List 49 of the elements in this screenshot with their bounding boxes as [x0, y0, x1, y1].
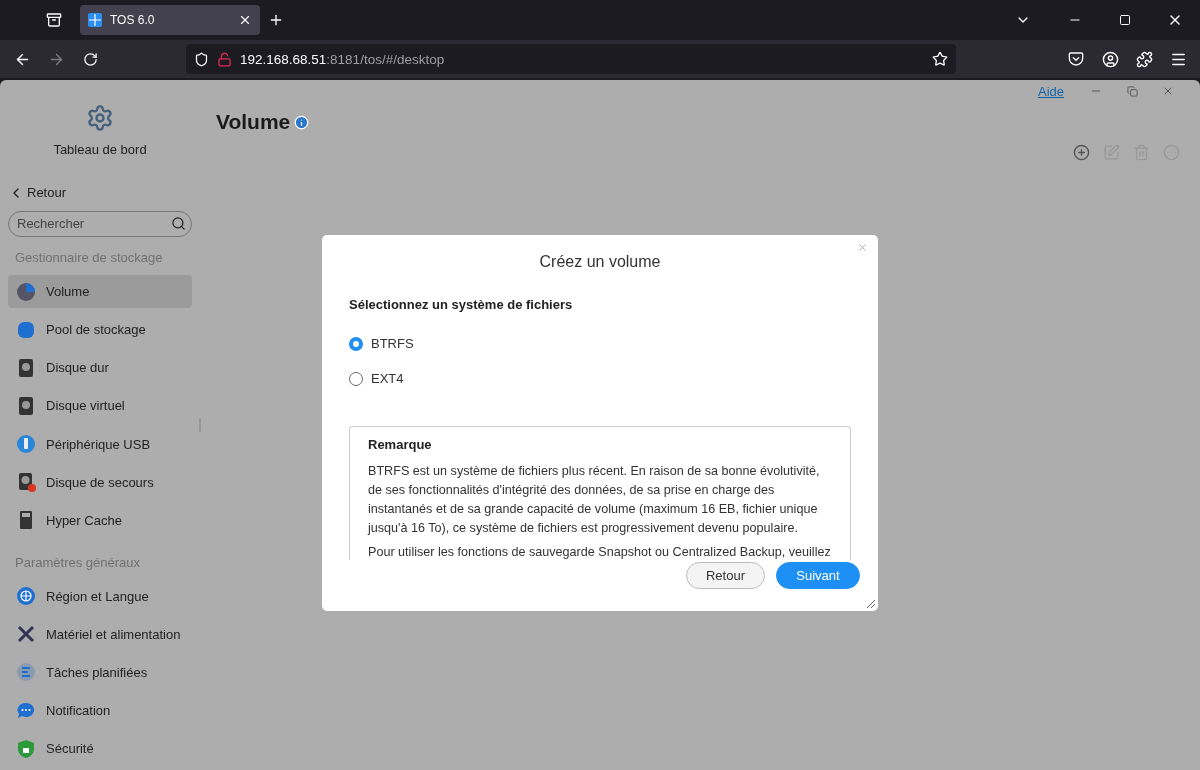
- chat-bubble-icon: [16, 700, 36, 721]
- star-icon[interactable]: [932, 51, 948, 67]
- address-bar[interactable]: 192.168.68.51:8181/tos/#/desktop: [186, 44, 956, 74]
- gear-icon[interactable]: [86, 104, 114, 132]
- add-icon[interactable]: [1073, 144, 1090, 161]
- note-title: Remarque: [368, 437, 433, 452]
- dialog-title: Créez un volume: [538, 253, 662, 271]
- radio-option[interactable]: BTRFS: [349, 336, 414, 351]
- radio-button[interactable]: [349, 336, 363, 351]
- insecure-lock-icon[interactable]: [217, 51, 232, 67]
- search-icon[interactable]: [171, 215, 186, 231]
- sidebar-item[interactable]: Disque virtuel: [8, 389, 192, 423]
- tab-title: TOS 6.0: [110, 13, 156, 27]
- back-button[interactable]: Retour: [686, 562, 765, 589]
- section-title: Gestionnaire de stockage: [14, 248, 164, 267]
- section-title: Paramètres généraux: [14, 553, 141, 572]
- sidebar-item[interactable]: Disque dur: [8, 351, 192, 385]
- sidebar-item[interactable]: Pool de stockage: [8, 312, 192, 347]
- sidebar-item[interactable]: Sécurité: [8, 731, 192, 766]
- resize-grip-icon[interactable]: [864, 597, 876, 609]
- sidebar-item[interactable]: Hyper Cache: [8, 503, 192, 537]
- url-text: 192.168.68.51:8181/tos/#/desktop: [240, 51, 446, 67]
- note-text: Pour utiliser les fonctions de sauvegarde Snapshot ou Centralized Backup, veuillez: [368, 544, 832, 560]
- sidebar-item[interactable]: Disque de secours: [8, 465, 192, 499]
- browser-tab[interactable]: TOS 6.0: [80, 5, 260, 35]
- sidebar-item[interactable]: Périphérique USB: [8, 427, 192, 461]
- spare-disk-icon: [16, 472, 36, 493]
- page-title: Volume: [216, 110, 291, 134]
- sidebar-item[interactable]: Matériel et alimentation: [8, 617, 192, 652]
- back-link[interactable]: Retour: [27, 185, 67, 201]
- info-icon[interactable]: [294, 114, 310, 130]
- dashboard-label[interactable]: Tableau de bord: [53, 142, 147, 157]
- shield-icon[interactable]: [194, 51, 209, 67]
- note-text: BTRFS est un système de fichiers plus récent. En raison de sa bonne évolutivité, de ses fonctionnalités d'intégrité des données, de sa prise en charge des instantanés et de sa grande capacité de volume (maximum 16 EB, fichier unique jusqu'à 16 To), ce système de fichiers est progressivement devenu populaire.: [368, 463, 821, 537]
- list-icon: [16, 662, 36, 683]
- shield-lock-icon: [16, 738, 36, 759]
- sidebar-item[interactable]: Notification: [8, 693, 192, 728]
- sidebar-item[interactable]: Région et Langue: [8, 579, 192, 614]
- search-field[interactable]: Rechercher: [8, 210, 192, 237]
- radio-button[interactable]: [349, 371, 363, 386]
- pie-chart-icon: [16, 281, 36, 302]
- sidebar-item[interactable]: Volume: [8, 274, 192, 309]
- radio-option[interactable]: EXT4: [349, 371, 404, 386]
- close-icon[interactable]: [238, 13, 252, 27]
- dialog-heading: Sélectionnez un système de fichiers: [349, 297, 574, 312]
- usb-drive-icon: [16, 434, 36, 454]
- sidebar-item[interactable]: Tâches planifiées: [8, 655, 192, 690]
- tab-favicon-icon: [88, 13, 102, 27]
- globe-icon: [16, 586, 36, 607]
